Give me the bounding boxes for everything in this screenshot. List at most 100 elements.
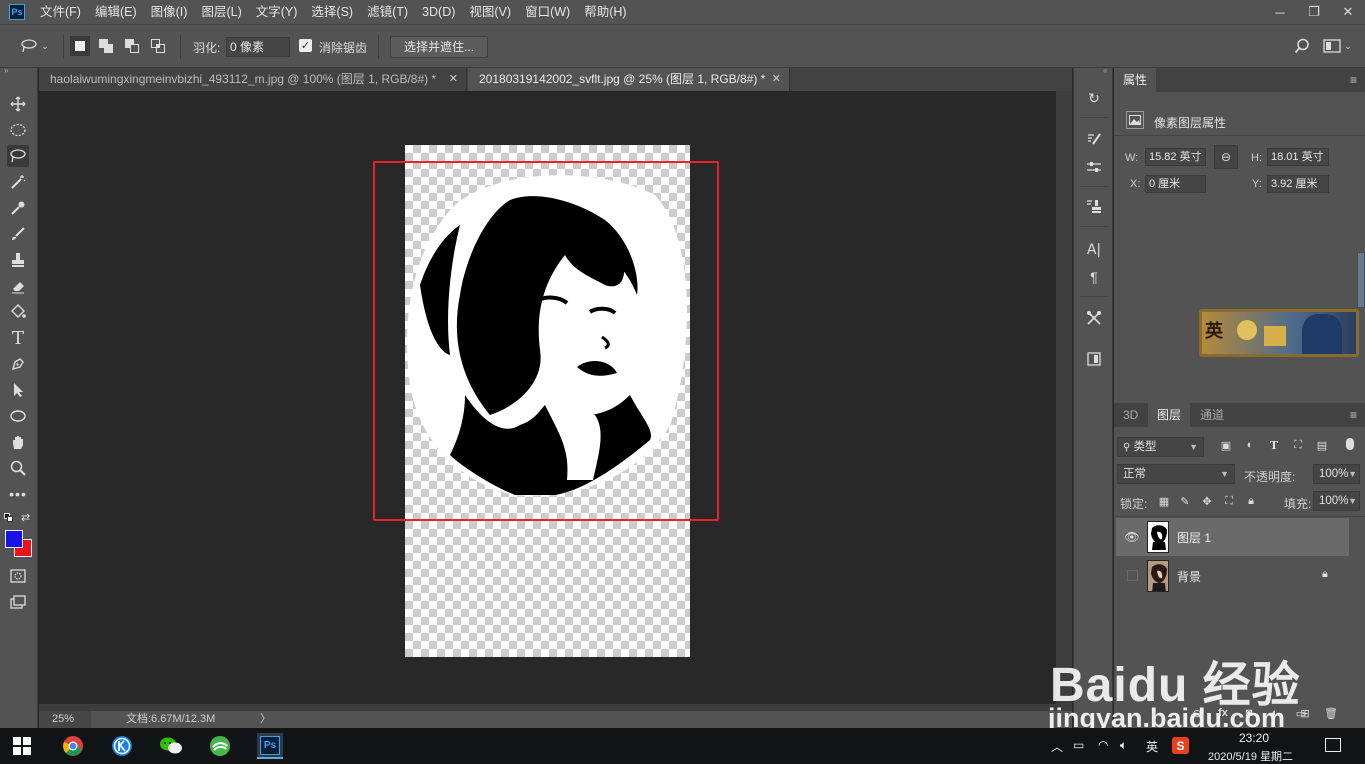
layer-filter-dropdown[interactable]: ⚲ 类型 ▼ bbox=[1117, 437, 1204, 457]
paragraph-icon[interactable]: ¶ bbox=[1084, 267, 1104, 287]
new-selection-icon[interactable] bbox=[70, 36, 90, 56]
clock-time[interactable]: 23:20 bbox=[1239, 731, 1269, 745]
tab-3d[interactable]: 3D bbox=[1114, 403, 1147, 427]
menu-image[interactable]: 图像(I) bbox=[144, 0, 195, 24]
more-tools-icon[interactable]: ••• bbox=[7, 483, 29, 505]
workspace-icon[interactable] bbox=[1323, 37, 1341, 55]
info-panel-icon[interactable] bbox=[1084, 349, 1104, 369]
filter-toggle[interactable] bbox=[1346, 438, 1354, 450]
photoshop-taskbar-icon[interactable]: Ps bbox=[257, 733, 283, 759]
select-and-mask-button[interactable]: 选择并遮住... bbox=[390, 36, 488, 58]
close-icon[interactable]: ✕ bbox=[772, 68, 781, 91]
menu-help[interactable]: 帮助(H) bbox=[577, 0, 633, 24]
menu-select[interactable]: 选择(S) bbox=[304, 0, 360, 24]
brush-tool-icon[interactable] bbox=[7, 223, 29, 245]
sogou-icon[interactable]: S bbox=[1172, 737, 1189, 754]
lasso-preset-icon[interactable] bbox=[20, 37, 38, 55]
paint-bucket-tool-icon[interactable] bbox=[7, 301, 29, 323]
menu-view[interactable]: 视图(V) bbox=[462, 0, 518, 24]
restore-icon[interactable]: ❐ bbox=[1297, 0, 1331, 24]
blend-mode-dropdown[interactable]: 正常 ▼ bbox=[1117, 464, 1235, 484]
show-hidden-icons-icon[interactable]: ︿ bbox=[1051, 738, 1063, 755]
eye-icon[interactable]: 👁︎ bbox=[1124, 529, 1140, 545]
collapse-arrows-icon[interactable]: « bbox=[1103, 66, 1107, 75]
swap-colors-icon[interactable]: ⇄ bbox=[21, 511, 30, 524]
adjustment-filter-icon[interactable]: ◐ bbox=[1242, 437, 1258, 453]
windows-start-icon[interactable] bbox=[9, 733, 35, 759]
feather-input[interactable]: 0 像素 bbox=[226, 37, 290, 57]
ellipse-tool-icon[interactable] bbox=[7, 405, 29, 427]
intersect-selection-icon[interactable] bbox=[148, 36, 168, 56]
stamp-tool-icon[interactable] bbox=[7, 249, 29, 271]
vertical-scrollbar[interactable] bbox=[1056, 91, 1072, 711]
height-field[interactable]: 18.01 英寸 bbox=[1267, 148, 1329, 166]
marquee-tool-icon[interactable] bbox=[7, 119, 29, 141]
ime-indicator[interactable]: 英 bbox=[1146, 738, 1158, 755]
wechat-icon[interactable] bbox=[158, 733, 184, 759]
tab-channels[interactable]: 通道 bbox=[1191, 403, 1233, 427]
link-icon[interactable]: ⊖ bbox=[1214, 145, 1238, 169]
close-icon[interactable]: ✕ bbox=[449, 68, 458, 91]
screen-mode-icon[interactable] bbox=[7, 591, 29, 613]
zoom-tool-icon[interactable] bbox=[7, 457, 29, 479]
lock-position-icon[interactable]: ✥ bbox=[1200, 494, 1214, 508]
history-icon[interactable]: ↻ bbox=[1084, 88, 1104, 108]
collapse-arrows-icon[interactable]: » bbox=[4, 66, 8, 75]
horizontal-scrollbar[interactable] bbox=[39, 704, 1056, 711]
pixel-filter-icon[interactable]: ▣ bbox=[1218, 437, 1234, 453]
minimize-icon[interactable]: ─ bbox=[1263, 0, 1297, 24]
subtract-from-selection-icon[interactable] bbox=[122, 36, 142, 56]
clone-source-icon[interactable] bbox=[1084, 196, 1104, 216]
chevron-down-icon[interactable]: ⌄ bbox=[40, 37, 50, 55]
panel-menu-icon[interactable]: ≡ bbox=[1350, 73, 1357, 87]
layer-row-layer1[interactable]: 👁︎ 图层 1 bbox=[1116, 518, 1349, 556]
adjustments-icon[interactable] bbox=[1084, 158, 1104, 178]
close-window-icon[interactable]: ✕ bbox=[1331, 0, 1365, 24]
wifi-icon[interactable]: ◠ bbox=[1098, 738, 1108, 752]
search-icon[interactable] bbox=[1293, 37, 1311, 55]
foreground-color-swatch[interactable] bbox=[5, 530, 23, 548]
menu-edit[interactable]: 编辑(E) bbox=[88, 0, 144, 24]
opacity-field[interactable]: 100% ▼ bbox=[1313, 464, 1360, 484]
lock-artboard-icon[interactable]: ⛶ bbox=[1222, 494, 1236, 508]
lock-all-icon[interactable]: 🔒︎ bbox=[1244, 494, 1258, 508]
antialias-checkbox[interactable]: ✓ bbox=[299, 39, 312, 52]
notification-icon[interactable] bbox=[1325, 738, 1341, 752]
clock-date[interactable]: 2020/5/19 星期二 bbox=[1208, 748, 1293, 764]
add-to-selection-icon[interactable] bbox=[96, 36, 116, 56]
default-colors-icon[interactable] bbox=[4, 513, 14, 523]
panel-menu-icon[interactable]: ≡ bbox=[1350, 408, 1357, 422]
magic-wand-tool-icon[interactable] bbox=[7, 171, 29, 193]
quick-mask-icon[interactable] bbox=[7, 565, 29, 587]
scrollbar-thumb[interactable] bbox=[1357, 252, 1365, 308]
lasso-tool-icon[interactable] bbox=[7, 145, 29, 167]
menu-3d[interactable]: 3D(D) bbox=[415, 0, 462, 24]
menu-file[interactable]: 文件(F) bbox=[33, 0, 88, 24]
menu-layer[interactable]: 图层(L) bbox=[194, 0, 248, 24]
lock-transparent-icon[interactable]: ▦ bbox=[1157, 494, 1171, 508]
tab-document-2[interactable]: 20180319142002_svflt.jpg @ 25% (图层 1, RG… bbox=[468, 68, 790, 91]
status-menu-arrow-icon[interactable]: 〉 bbox=[260, 711, 271, 728]
360-browser-icon[interactable] bbox=[207, 733, 233, 759]
y-field[interactable]: 3.92 厘米 bbox=[1267, 175, 1329, 193]
chrome-icon[interactable] bbox=[60, 733, 86, 759]
tab-properties[interactable]: 属性 bbox=[1114, 68, 1157, 92]
tab-document-1[interactable]: haolaiwumingxingmeinvbizhi_493112_m.jpg … bbox=[39, 68, 467, 91]
path-selection-tool-icon[interactable] bbox=[7, 379, 29, 401]
pen-tool-icon[interactable] bbox=[7, 353, 29, 375]
fill-field[interactable]: 100% ▼ bbox=[1313, 491, 1360, 511]
volume-icon[interactable]: 🔈︎ bbox=[1120, 738, 1127, 753]
kugou-icon[interactable] bbox=[109, 733, 135, 759]
layer-row-background[interactable]: 背景 🔒︎ bbox=[1116, 557, 1349, 595]
type-filter-icon[interactable]: T bbox=[1266, 437, 1282, 453]
hand-tool-icon[interactable] bbox=[7, 431, 29, 453]
smart-object-filter-icon[interactable]: ▤ bbox=[1314, 437, 1330, 453]
battery-icon[interactable]: ▭ bbox=[1073, 738, 1084, 752]
brush-settings-icon[interactable] bbox=[1084, 130, 1104, 150]
menu-type[interactable]: 文字(Y) bbox=[249, 0, 305, 24]
chevron-down-icon[interactable]: ⌄ bbox=[1343, 37, 1353, 55]
type-tool-icon[interactable]: T bbox=[7, 327, 29, 349]
eraser-tool-icon[interactable] bbox=[7, 275, 29, 297]
visibility-toggle[interactable] bbox=[1127, 570, 1138, 581]
tab-layers[interactable]: 图层 bbox=[1148, 403, 1191, 427]
